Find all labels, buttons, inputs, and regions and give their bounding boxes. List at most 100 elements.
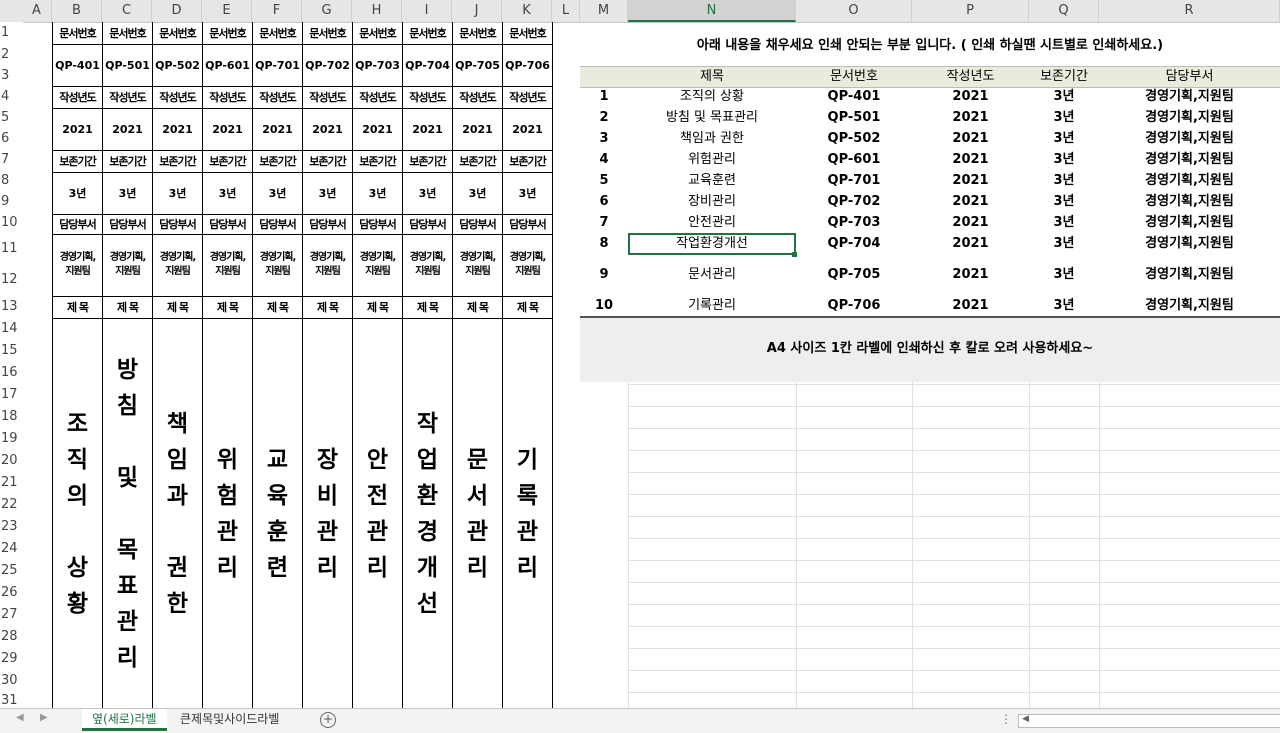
label-heading[interactable]: 제 목 (303, 296, 352, 318)
table-header-cell[interactable]: 보존기간 (1029, 67, 1099, 87)
label-heading[interactable]: 제 목 (153, 296, 202, 318)
row-header-11[interactable]: 11 (0, 234, 23, 264)
table-cell[interactable]: 2021 (912, 254, 1029, 296)
table-cell[interactable]: 안전관리 (628, 212, 796, 234)
label-heading[interactable]: 담당부서 (403, 214, 452, 234)
label-keep[interactable]: 3년 (103, 172, 152, 214)
column-header-C[interactable]: C (102, 0, 152, 22)
label-title[interactable]: 문 서 관 리 (453, 442, 502, 586)
table-cell[interactable]: QP-706 (796, 296, 912, 316)
label-title[interactable]: 조 직 의 상 황 (53, 406, 102, 622)
label-heading[interactable]: 작성년도 (453, 86, 502, 108)
label-heading[interactable]: 제 목 (453, 296, 502, 318)
label-code[interactable]: QP-705 (453, 44, 502, 86)
label-dept[interactable]: 경영기획, 지원팀 (203, 234, 252, 296)
row-header-10[interactable]: 10 (0, 212, 23, 234)
label-code[interactable]: QP-704 (403, 44, 452, 86)
label-year[interactable]: 2021 (203, 108, 252, 150)
table-cell[interactable]: QP-401 (796, 86, 912, 108)
label-heading[interactable]: 보존기간 (253, 150, 302, 172)
table-header-cell[interactable]: 작성년도 (912, 67, 1029, 87)
label-heading[interactable]: 보존기간 (53, 150, 102, 172)
table-cell[interactable]: 경영기획,지원팀 (1099, 254, 1280, 296)
table-cell[interactable]: 2021 (912, 212, 1029, 234)
table-cell[interactable]: 위험관리 (628, 150, 796, 170)
label-heading[interactable]: 제 목 (253, 296, 302, 318)
column-header-O[interactable]: O (796, 0, 912, 22)
row-header-15[interactable]: 15 (0, 340, 23, 362)
column-header-N[interactable]: N (628, 0, 796, 22)
table-cell[interactable]: QP-601 (796, 150, 912, 170)
table-cell[interactable]: 3년 (1029, 170, 1099, 192)
table-cell[interactable]: 7 (580, 212, 628, 234)
label-title[interactable]: 위 험 관 리 (203, 442, 252, 586)
row-header-18[interactable]: 18 (0, 406, 23, 428)
label-year[interactable]: 2021 (153, 108, 202, 150)
label-title[interactable]: 장 비 관 리 (303, 442, 352, 586)
label-dept[interactable]: 경영기획, 지원팀 (103, 234, 152, 296)
row-header-19[interactable]: 19 (0, 428, 23, 450)
table-header-cell[interactable]: 문서번호 (796, 67, 912, 87)
row-header-14[interactable]: 14 (0, 318, 23, 340)
label-heading[interactable]: 담당부서 (353, 214, 402, 234)
label-title[interactable]: 책 임 과 권 한 (153, 406, 202, 622)
table-cell[interactable]: 4 (580, 150, 628, 170)
column-header-Q[interactable]: Q (1029, 0, 1099, 22)
label-year[interactable]: 2021 (353, 108, 402, 150)
label-heading[interactable]: 문서번호 (153, 22, 202, 44)
label-keep[interactable]: 3년 (153, 172, 202, 214)
label-keep[interactable]: 3년 (203, 172, 252, 214)
table-cell[interactable]: 5 (580, 170, 628, 192)
label-dept[interactable]: 경영기획, 지원팀 (303, 234, 352, 296)
label-heading[interactable]: 문서번호 (53, 22, 102, 44)
row-header-3[interactable]: 3 (0, 66, 23, 86)
label-keep[interactable]: 3년 (503, 172, 552, 214)
label-keep[interactable]: 3년 (253, 172, 302, 214)
table-cell[interactable]: 방침 및 목표관리 (628, 108, 796, 128)
row-header-27[interactable]: 27 (0, 604, 23, 626)
table-cell[interactable]: 2021 (912, 150, 1029, 170)
column-header-A[interactable]: A (22, 0, 52, 22)
label-year[interactable]: 2021 (453, 108, 502, 150)
table-cell[interactable]: 문서관리 (628, 254, 796, 296)
label-year[interactable]: 2021 (253, 108, 302, 150)
column-header-L[interactable]: L (552, 0, 580, 22)
table-cell[interactable]: 교육훈련 (628, 170, 796, 192)
label-year[interactable]: 2021 (103, 108, 152, 150)
column-header-D[interactable]: D (152, 0, 202, 22)
column-header-P[interactable]: P (912, 0, 1029, 22)
label-year[interactable]: 2021 (503, 108, 552, 150)
label-keep[interactable]: 3년 (403, 172, 452, 214)
table-cell[interactable]: 3 (580, 128, 628, 150)
table-cell[interactable]: 8 (580, 234, 628, 254)
label-heading[interactable]: 담당부서 (53, 214, 102, 234)
row-header-28[interactable]: 28 (0, 626, 23, 648)
add-sheet-icon[interactable]: + (320, 712, 336, 728)
label-heading[interactable]: 문서번호 (203, 22, 252, 44)
table-cell[interactable]: 9 (580, 254, 628, 296)
label-heading[interactable]: 제 목 (203, 296, 252, 318)
table-cell[interactable]: 2 (580, 108, 628, 128)
row-header-23[interactable]: 23 (0, 516, 23, 538)
row-header-22[interactable]: 22 (0, 494, 23, 516)
table-cell[interactable]: 10 (580, 296, 628, 316)
table-cell[interactable]: 3년 (1029, 128, 1099, 150)
label-dept[interactable]: 경영기획, 지원팀 (153, 234, 202, 296)
column-header-K[interactable]: K (502, 0, 552, 22)
table-cell[interactable]: 경영기획,지원팀 (1099, 170, 1280, 192)
row-header-21[interactable]: 21 (0, 472, 23, 494)
table-cell[interactable]: 1 (580, 86, 628, 108)
label-dept[interactable]: 경영기획, 지원팀 (353, 234, 402, 296)
row-header-1[interactable]: 1 (0, 22, 23, 44)
table-header-cell[interactable]: 제목 (628, 67, 796, 87)
row-header-16[interactable]: 16 (0, 362, 23, 384)
table-cell[interactable]: 경영기획,지원팀 (1099, 192, 1280, 212)
row-header-29[interactable]: 29 (0, 648, 23, 670)
label-keep[interactable]: 3년 (53, 172, 102, 214)
label-heading[interactable]: 보존기간 (303, 150, 352, 172)
label-heading[interactable]: 제 목 (353, 296, 402, 318)
label-heading[interactable]: 제 목 (103, 296, 152, 318)
label-heading[interactable]: 담당부서 (453, 214, 502, 234)
table-cell[interactable]: QP-705 (796, 254, 912, 296)
label-year[interactable]: 2021 (303, 108, 352, 150)
